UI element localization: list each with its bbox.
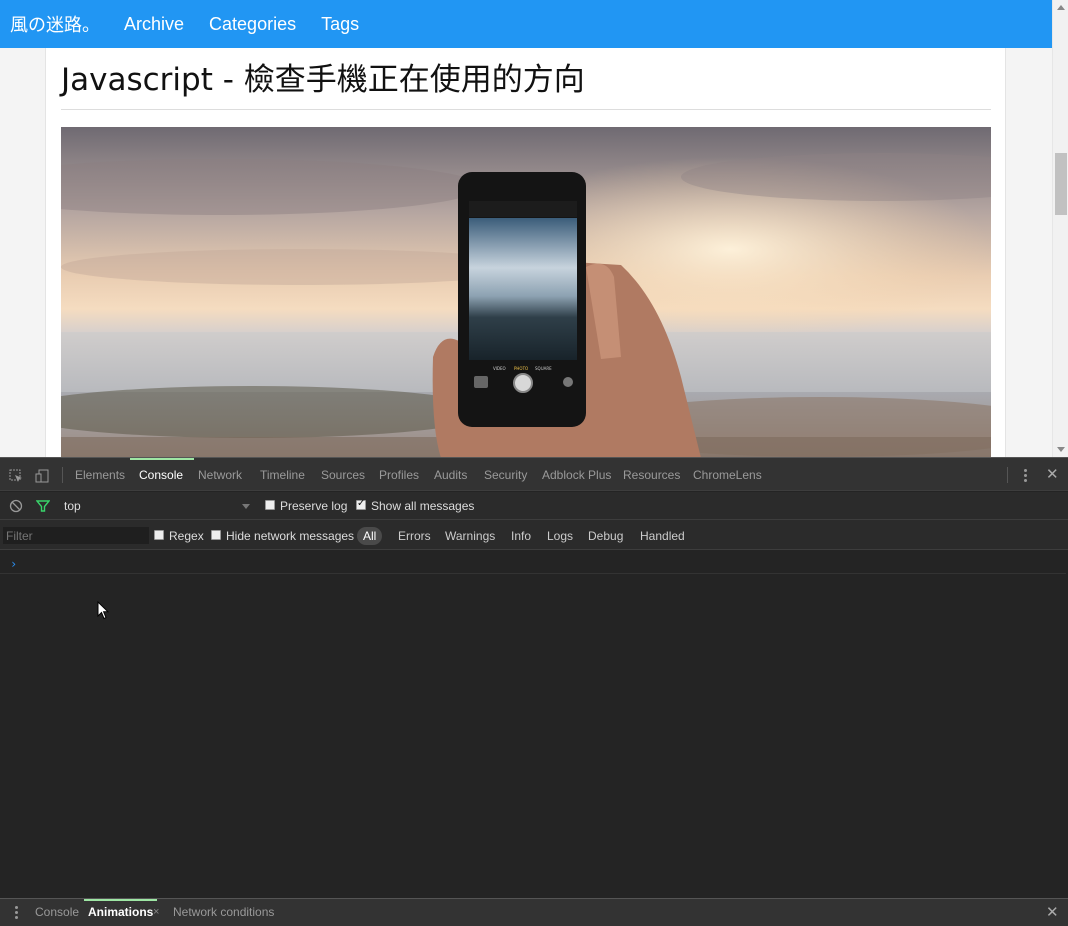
tab-resources[interactable]: Resources — [623, 458, 680, 492]
level-debug[interactable]: Debug — [582, 527, 629, 545]
phone-mode-label-photo: PHOTO — [514, 366, 528, 371]
console-output[interactable]: › — [0, 551, 1068, 898]
console-filter-bar: Regex Hide network messages All Errors W… — [0, 520, 1068, 550]
preserve-log-checkbox[interactable] — [265, 500, 275, 510]
tab-audits[interactable]: Audits — [434, 458, 467, 492]
prompt-chevron-icon: › — [10, 557, 18, 571]
level-errors[interactable]: Errors — [392, 527, 437, 545]
toolbar-divider — [62, 467, 63, 483]
post-title: Javascript - 檢查手機正在使用的方向 — [61, 62, 585, 98]
show-all-messages-label: Show all messages — [371, 499, 475, 513]
tab-profiles[interactable]: Profiles — [379, 458, 419, 492]
hide-network-label: Hide network messages — [226, 529, 355, 543]
tab-security[interactable]: Security — [484, 458, 527, 492]
level-info[interactable]: Info — [505, 527, 537, 545]
level-all[interactable]: All — [357, 527, 383, 545]
device-mode-icon[interactable] — [35, 469, 49, 483]
tab-adblock-plus[interactable]: Adblock Plus — [542, 458, 611, 492]
scrollbar-thumb[interactable] — [1055, 153, 1067, 215]
console-filter-input[interactable] — [2, 526, 150, 545]
nav-link-archive[interactable]: Archive — [124, 14, 184, 35]
site-navbar: 風の迷路。 Archive Categories Tags — [0, 0, 1052, 48]
clear-console-icon[interactable] — [9, 499, 23, 513]
phone-mode-label-square: SQUARE — [535, 366, 552, 371]
page-vertical-scrollbar[interactable] — [1052, 0, 1068, 457]
site-brand-link[interactable]: 風の迷路。 — [10, 11, 100, 37]
page-viewport: 風の迷路。 Archive Categories Tags Javascript… — [0, 0, 1068, 457]
drawer-tab-close-icon[interactable]: × — [153, 899, 159, 926]
close-drawer-icon[interactable]: ✕ — [1046, 903, 1059, 921]
preserve-log-label: Preserve log — [280, 499, 348, 513]
level-logs[interactable]: Logs — [541, 527, 579, 545]
show-all-messages-checkbox[interactable] — [356, 498, 366, 510]
tab-elements[interactable]: Elements — [75, 458, 125, 492]
console-prompt[interactable]: › — [0, 557, 1066, 574]
nav-link-tags[interactable]: Tags — [321, 14, 359, 35]
toolbar-divider — [1007, 467, 1008, 483]
post-container: Javascript - 檢查手機正在使用的方向 VIDEO PHOTO SQU… — [45, 48, 1006, 457]
close-devtools-icon[interactable]: ✕ — [1046, 465, 1059, 483]
tab-chromelens[interactable]: ChromeLens — [693, 458, 762, 492]
drawer-tab-animations[interactable]: Animations — [83, 899, 158, 926]
scroll-down-arrow-icon[interactable] — [1057, 447, 1065, 452]
tab-sources[interactable]: Sources — [321, 458, 365, 492]
devtools-tab-bar: Elements Console Network Timeline Source… — [0, 457, 1068, 491]
post-hero-image: VIDEO PHOTO SQUARE — [61, 127, 991, 457]
chevron-down-icon — [242, 504, 250, 509]
title-divider — [61, 109, 991, 110]
more-options-icon[interactable] — [1024, 469, 1027, 484]
mouse-cursor-icon — [97, 601, 109, 620]
level-warnings[interactable]: Warnings — [439, 527, 501, 545]
tab-timeline[interactable]: Timeline — [260, 458, 305, 492]
phone-photo-icon: VIDEO PHOTO SQUARE — [61, 127, 991, 457]
nav-link-categories[interactable]: Categories — [209, 14, 296, 35]
drawer-tab-network-conditions[interactable]: Network conditions — [173, 899, 274, 926]
phone-mode-label-video: VIDEO — [493, 366, 506, 371]
console-toolbar: top Preserve log Show all messages — [0, 492, 1068, 520]
drawer-tab-console[interactable]: Console — [35, 899, 79, 926]
drawer-menu-icon[interactable] — [15, 906, 18, 921]
tab-network[interactable]: Network — [198, 458, 242, 492]
level-handled[interactable]: Handled — [634, 527, 691, 545]
tab-console[interactable]: Console — [129, 458, 195, 492]
hide-network-checkbox[interactable] — [211, 530, 221, 540]
devtools-panel: Elements Console Network Timeline Source… — [0, 457, 1068, 926]
inspect-element-icon[interactable] — [9, 469, 23, 483]
context-select-value: top — [64, 499, 81, 513]
scroll-up-arrow-icon[interactable] — [1057, 5, 1065, 10]
context-select[interactable]: top — [58, 497, 254, 515]
regex-checkbox[interactable] — [154, 530, 164, 540]
regex-label: Regex — [169, 529, 204, 543]
filter-icon[interactable] — [36, 499, 50, 513]
devtools-drawer-tab-bar: Console Animations × Network conditions … — [0, 898, 1068, 926]
